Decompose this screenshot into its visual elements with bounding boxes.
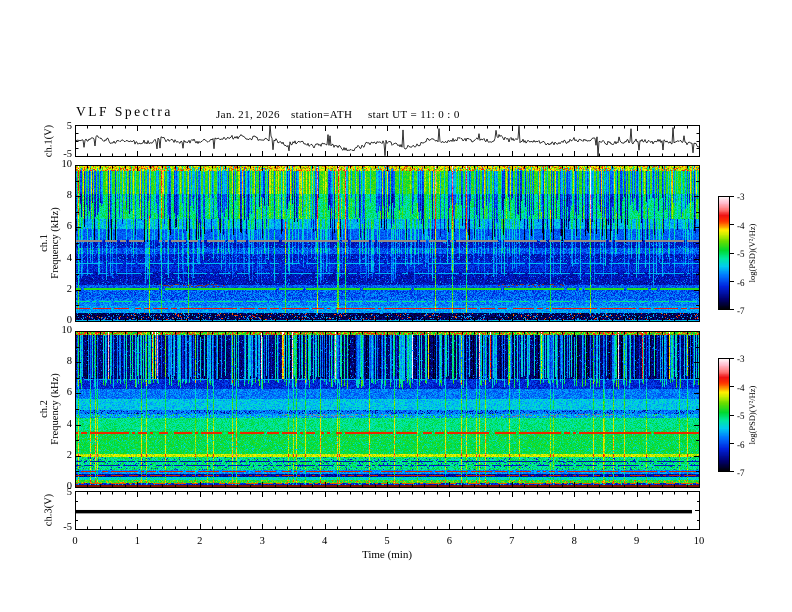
ch3-waveform-canvas [75,491,700,530]
volt-tick-label: 5 [66,121,72,132]
colorbar-tick-label: -3 [737,354,745,364]
colorbar-tick-label: -3 [737,192,745,202]
volt-tick-label: 5 [66,487,72,498]
plot-station: station=ATH [291,109,353,121]
ch1-frequency-axis-label: ch.1 Frequency (kHz) [39,207,61,278]
colorbar-tick-label: -7 [737,306,745,316]
time-axis-label: Time (min) [361,549,413,561]
freq-tick-label: 8 [66,356,72,368]
colorbar-tick-label: -4 [737,220,745,231]
time-tick-label: 5 [384,536,390,547]
colorbar-tick-label: -7 [737,468,745,478]
volt-tick-label: -5 [63,522,72,533]
time-tick-label: 2 [197,536,203,547]
freq-tick-label: 10 [61,325,73,336]
vlf-spectra-figure: VLF Spectra Jan. 21, 2026 station=ATH st… [0,0,792,612]
volt-tick-label: -5 [63,149,72,160]
time-tick-label: 9 [633,536,640,547]
time-tick-label: 7 [509,536,515,547]
freq-tick-label: 4 [66,418,72,430]
colorbar-ch1-canvas [718,196,735,310]
freq-tick-label: 8 [66,190,72,202]
ch1-waveform-canvas [75,125,700,157]
time-tick-label: 8 [571,536,577,547]
ch1-frequency-axis-label-line1: ch.1 [39,234,50,252]
plot-date: Jan. 21, 2026 [216,109,280,121]
colorbar-ch1-axis-label: log(PSD)(V²/Hz) [747,223,757,283]
time-tick-label: 6 [446,536,453,547]
plot-title: VLF Spectra [76,104,173,119]
time-tick-label: 4 [321,536,328,547]
freq-tick-label: 4 [66,252,72,264]
freq-tick-label: 2 [66,449,72,461]
colorbar-tick-label: -6 [737,439,745,450]
colorbar-tick-label: -5 [737,249,745,259]
colorbar-ch2-axis-label: log(PSD)(V²/Hz) [747,385,757,445]
time-tick-label: 10 [693,536,705,547]
colorbar-tick-label: -5 [737,411,745,421]
colorbar-tick-label: -4 [737,382,745,393]
ch1-frequency-axis-label-line2: Frequency (kHz) [50,207,61,279]
colorbar-ch2-canvas [718,358,735,472]
ch1-spectrogram-canvas [75,165,700,322]
time-tick-label: 3 [259,536,265,547]
ch2-frequency-axis-label-line2: Frequency (kHz) [50,373,61,445]
freq-tick-label: 2 [66,283,72,295]
time-tick-label: 0 [72,536,78,547]
ch2-frequency-axis-label-line1: ch.2 [39,400,50,418]
freq-tick-label: 6 [66,221,72,233]
colorbar-tick-label: -6 [737,277,745,288]
ch2-spectrogram-canvas [75,331,700,488]
ch2-frequency-axis-label: ch.2 Frequency (kHz) [39,373,61,444]
plot-start-ut: start UT = 11: 0 : 0 [368,109,460,121]
time-tick-label: 1 [134,536,141,547]
freq-tick-label: 6 [66,387,72,399]
